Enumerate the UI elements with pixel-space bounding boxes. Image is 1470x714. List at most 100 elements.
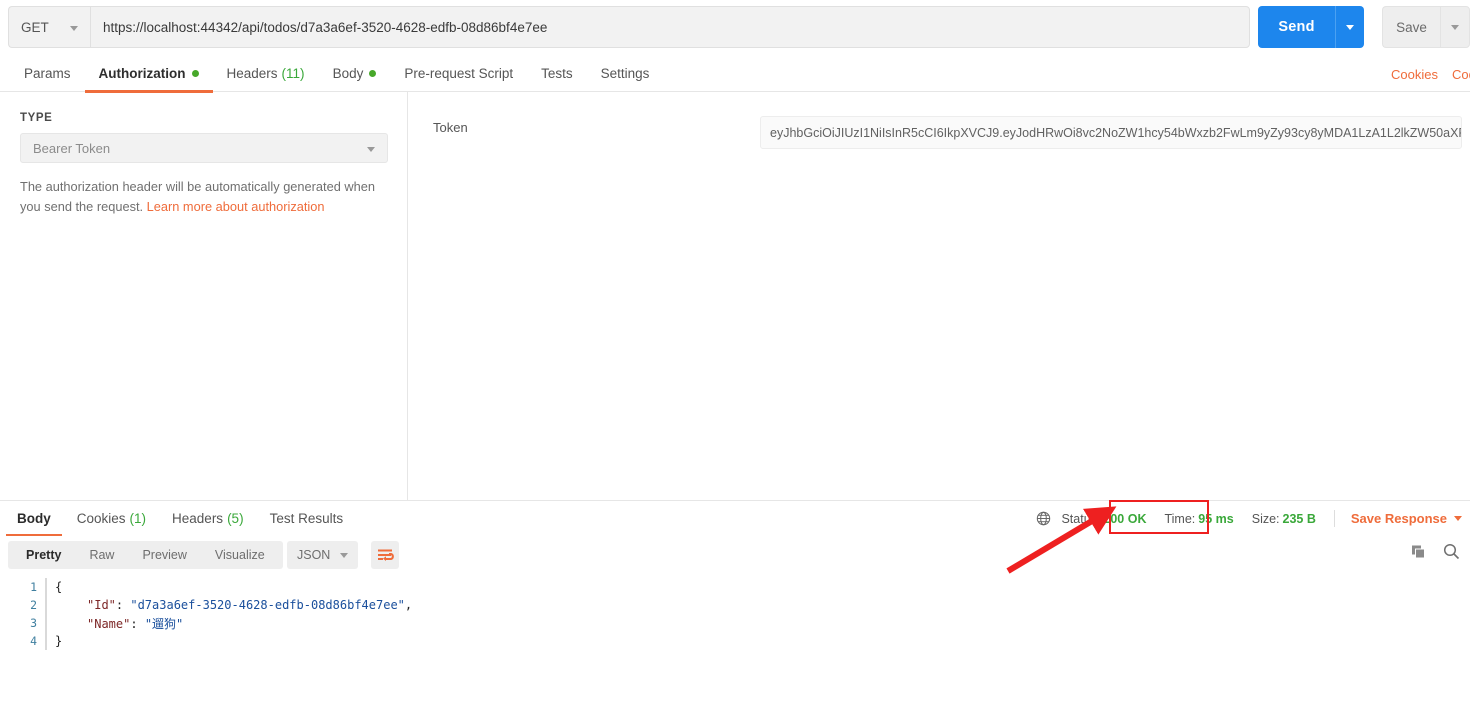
auth-type-column: TYPE Bearer Token The authorization head…: [0, 92, 408, 500]
tab-label: Params: [24, 66, 71, 81]
response-tab-headers[interactable]: Headers (5): [159, 501, 257, 536]
code-line: 2 "Id": "d7a3a6ef-3520-4628-edfb-08d86bf…: [0, 596, 1470, 614]
chevron-down-icon: [1451, 24, 1459, 30]
request-bar: GET https://localhost:44342/api/todos/d7…: [0, 0, 1470, 56]
time-label: Time:: [1164, 511, 1196, 526]
view-mode-label: Preview: [142, 548, 187, 562]
token-row: Token eyJhbGciOiJIUzI1NiIsInR5cCI6IkpXVC…: [409, 116, 1470, 150]
token-input[interactable]: eyJhbGciOiJIUzI1NiIsInR5cCI6IkpXVCJ9.eyJ…: [760, 116, 1462, 149]
tab-settings[interactable]: Settings: [587, 56, 664, 92]
url-text: https://localhost:44342/api/todos/d7a3a6…: [103, 19, 548, 35]
response-format-select[interactable]: JSON: [287, 541, 358, 569]
tab-label: Headers: [226, 66, 278, 81]
send-button[interactable]: Send: [1258, 6, 1335, 48]
auth-help-text: The authorization header will be automat…: [20, 177, 380, 217]
copy-icon[interactable]: [1411, 544, 1427, 563]
response-tab-body[interactable]: Body: [4, 501, 64, 536]
code-line: 4 }: [0, 632, 1470, 650]
code-line: 3 "Name": "遛狗": [0, 614, 1470, 632]
view-mode-pretty[interactable]: Pretty: [12, 541, 75, 569]
size-value: 235 B: [1282, 511, 1316, 526]
tab-label: Headers: [172, 511, 224, 526]
response-body-toolbar: Pretty Raw Preview Visualize JSON: [0, 538, 1470, 578]
cookies-link[interactable]: Cookies: [1391, 67, 1438, 82]
view-mode-group: Pretty Raw Preview Visualize: [8, 541, 283, 569]
tab-label: Tests: [541, 66, 573, 81]
status-label: Status:: [1061, 511, 1101, 526]
response-tab-cookies[interactable]: Cookies (1): [64, 501, 159, 536]
tab-label: Test Results: [269, 511, 344, 526]
tab-label: Body: [332, 66, 364, 81]
code-line-text: "Name": "遛狗": [87, 616, 184, 631]
code-line: 1 {: [0, 578, 1470, 596]
view-mode-visualize[interactable]: Visualize: [201, 541, 279, 569]
request-tab-bar: Params Authorization Headers (11) Body P…: [0, 56, 1470, 93]
wrap-lines-icon: [377, 549, 394, 561]
view-mode-label: Visualize: [214, 548, 265, 562]
line-number: 2: [30, 598, 37, 612]
auth-type-select[interactable]: Bearer Token: [20, 133, 388, 163]
tab-label: Pre-request Script: [404, 66, 514, 81]
response-body-code[interactable]: 1 { 2 "Id": "d7a3a6ef-3520-4628-edfb-08d…: [0, 578, 1470, 714]
response-bar: Body Cookies (1) Headers (5) Test Result…: [0, 500, 1470, 536]
code-link[interactable]: Code: [1452, 67, 1470, 82]
search-icon[interactable]: [1443, 543, 1460, 563]
line-number: 1: [30, 580, 37, 594]
status-dot-icon: [191, 70, 199, 77]
tab-body[interactable]: Body: [319, 56, 391, 92]
tab-label: Authorization: [98, 66, 186, 81]
auth-type-heading: TYPE: [20, 112, 53, 124]
response-tab-bar: Body Cookies (1) Headers (5) Test Result…: [4, 501, 356, 536]
line-number: 3: [30, 616, 37, 630]
tab-label: Body: [17, 511, 51, 526]
tab-headers[interactable]: Headers (11): [213, 56, 319, 92]
tab-authorization[interactable]: Authorization: [84, 56, 213, 93]
size-label: Size:: [1251, 511, 1280, 526]
tab-tests[interactable]: Tests: [527, 56, 587, 92]
url-input[interactable]: https://localhost:44342/api/todos/d7a3a6…: [90, 6, 1250, 48]
time-badge: Time: 95 ms: [1164, 512, 1233, 526]
chevron-down-icon: [340, 553, 348, 558]
status-badge: Status: 200 OK: [1061, 512, 1146, 526]
tab-params[interactable]: Params: [10, 56, 85, 92]
code-line-text: {: [55, 580, 63, 594]
chevron-down-icon[interactable]: [1454, 516, 1462, 521]
tab-label: Settings: [600, 66, 650, 81]
view-mode-raw[interactable]: Raw: [75, 541, 128, 569]
view-mode-label: Pretty: [26, 548, 62, 562]
fold-gutter: [45, 578, 47, 596]
fold-gutter: [45, 614, 47, 632]
authorization-panel: TYPE Bearer Token The authorization head…: [0, 92, 1470, 500]
globe-icon[interactable]: [1036, 511, 1051, 526]
tab-pre-request-script[interactable]: Pre-request Script: [390, 56, 527, 92]
time-value: 95 ms: [1198, 511, 1234, 526]
wrap-lines-button[interactable]: [371, 541, 399, 569]
response-body-tools: [1411, 543, 1460, 563]
http-method-select[interactable]: GET: [8, 6, 90, 48]
tab-badge: (11): [281, 66, 305, 81]
learn-more-link[interactable]: Learn more about authorization: [147, 199, 325, 214]
divider: [1333, 510, 1335, 527]
fold-gutter: [45, 596, 47, 614]
save-button-group: Save: [1382, 6, 1470, 48]
save-response-button[interactable]: Save Response: [1351, 511, 1447, 526]
send-button-group: Send: [1258, 6, 1364, 48]
size-badge: Size: 235 B: [1252, 512, 1316, 526]
code-line-text: }: [55, 634, 63, 648]
chevron-down-icon: [70, 26, 78, 31]
status-dot-icon: [369, 70, 377, 77]
code-line-text: "Id": "d7a3a6ef-3520-4628-edfb-08d86bf4e…: [87, 598, 413, 612]
response-tab-test-results[interactable]: Test Results: [257, 501, 357, 536]
tab-badge: (1): [129, 511, 147, 526]
save-button[interactable]: Save: [1382, 6, 1440, 48]
tab-badge: (5): [227, 511, 244, 526]
token-label: Token: [433, 120, 468, 135]
save-options-button[interactable]: [1440, 6, 1470, 48]
response-format-value: JSON: [297, 548, 331, 562]
view-mode-preview[interactable]: Preview: [128, 541, 200, 569]
tab-label: Cookies: [76, 511, 126, 526]
send-options-button[interactable]: [1335, 6, 1364, 48]
auth-type-value: Bearer Token: [33, 140, 111, 156]
line-number: 4: [30, 634, 37, 648]
auth-token-column: Token eyJhbGciOiJIUzI1NiIsInR5cCI6IkpXVC…: [409, 92, 1470, 500]
